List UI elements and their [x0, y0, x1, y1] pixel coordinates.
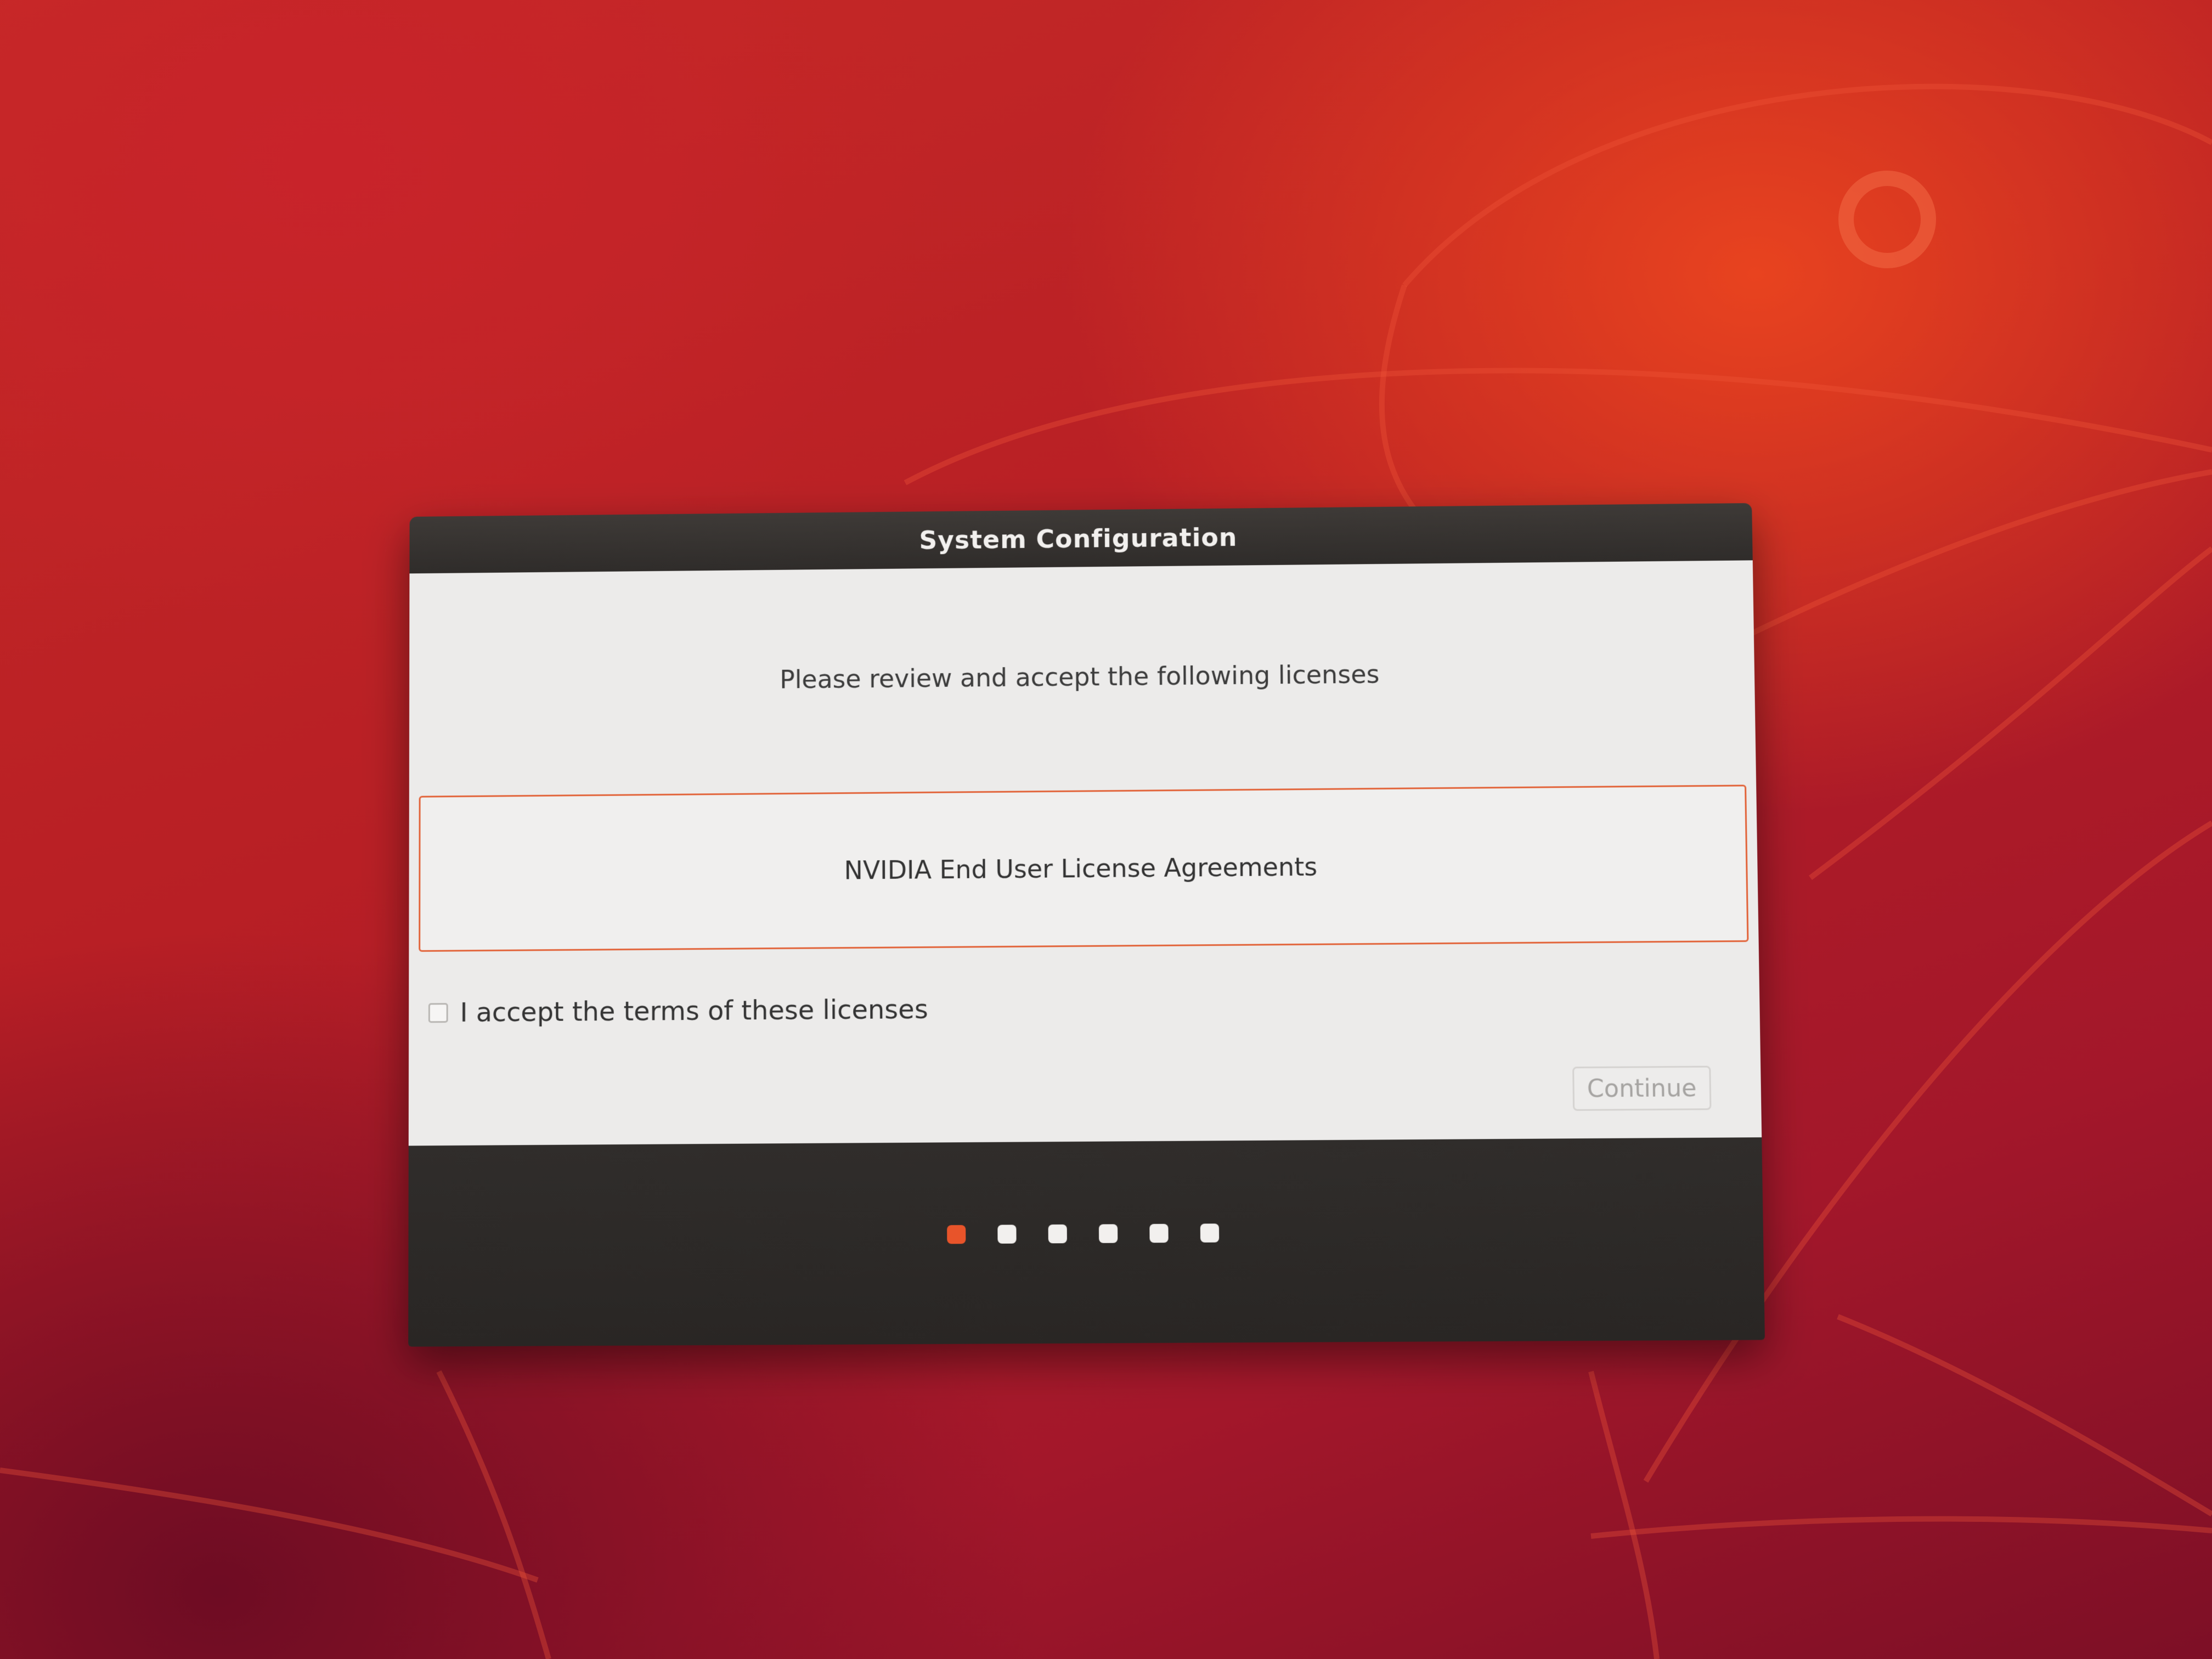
- step-dot-6: [1200, 1223, 1220, 1243]
- license-item-nvidia-eula[interactable]: NVIDIA End User License Agreements: [419, 785, 1749, 952]
- step-dot-1: [947, 1224, 966, 1244]
- step-indicator: [408, 1221, 1763, 1247]
- continue-button[interactable]: Continue: [1572, 1065, 1712, 1111]
- license-prompt: Please review and accept the following l…: [780, 659, 1380, 695]
- system-configuration-dialog: System Configuration Please review and a…: [408, 503, 1765, 1347]
- license-item-label: NVIDIA End User License Agreements: [844, 851, 1318, 885]
- progress-footer: [408, 1137, 1765, 1347]
- step-dot-2: [997, 1224, 1017, 1244]
- accept-licenses-row[interactable]: I accept the terms of these licenses: [428, 994, 928, 1028]
- accept-licenses-label: I accept the terms of these licenses: [460, 994, 928, 1029]
- accept-licenses-checkbox[interactable]: [428, 1003, 448, 1023]
- step-dot-4: [1098, 1224, 1118, 1243]
- step-dot-3: [1048, 1224, 1067, 1244]
- step-dot-5: [1149, 1223, 1169, 1243]
- dialog-content: Please review and accept the following l…: [408, 560, 1762, 1146]
- dialog-title: System Configuration: [919, 522, 1238, 555]
